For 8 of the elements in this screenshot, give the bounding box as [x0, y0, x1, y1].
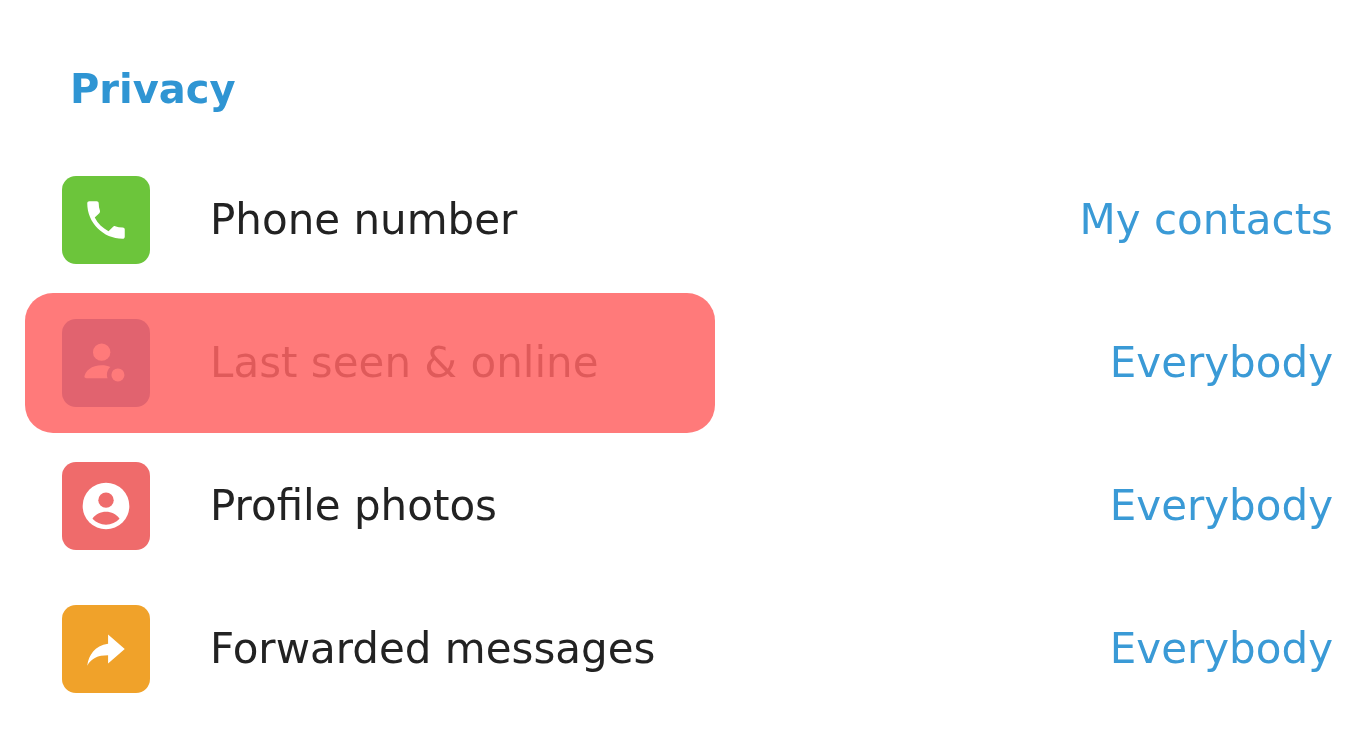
setting-value[interactable]: Everybody	[1109, 624, 1333, 673]
setting-value[interactable]: Everybody	[1109, 338, 1333, 387]
section-title: Privacy	[70, 65, 237, 114]
setting-label[interactable]: Forwarded messages	[210, 624, 1110, 673]
setting-value[interactable]: My contacts	[1079, 195, 1333, 244]
setting-label[interactable]: Phone number	[210, 195, 1080, 244]
setting-label[interactable]: Profile photos	[210, 481, 1110, 530]
setting-value[interactable]: Everybody	[1109, 481, 1333, 530]
